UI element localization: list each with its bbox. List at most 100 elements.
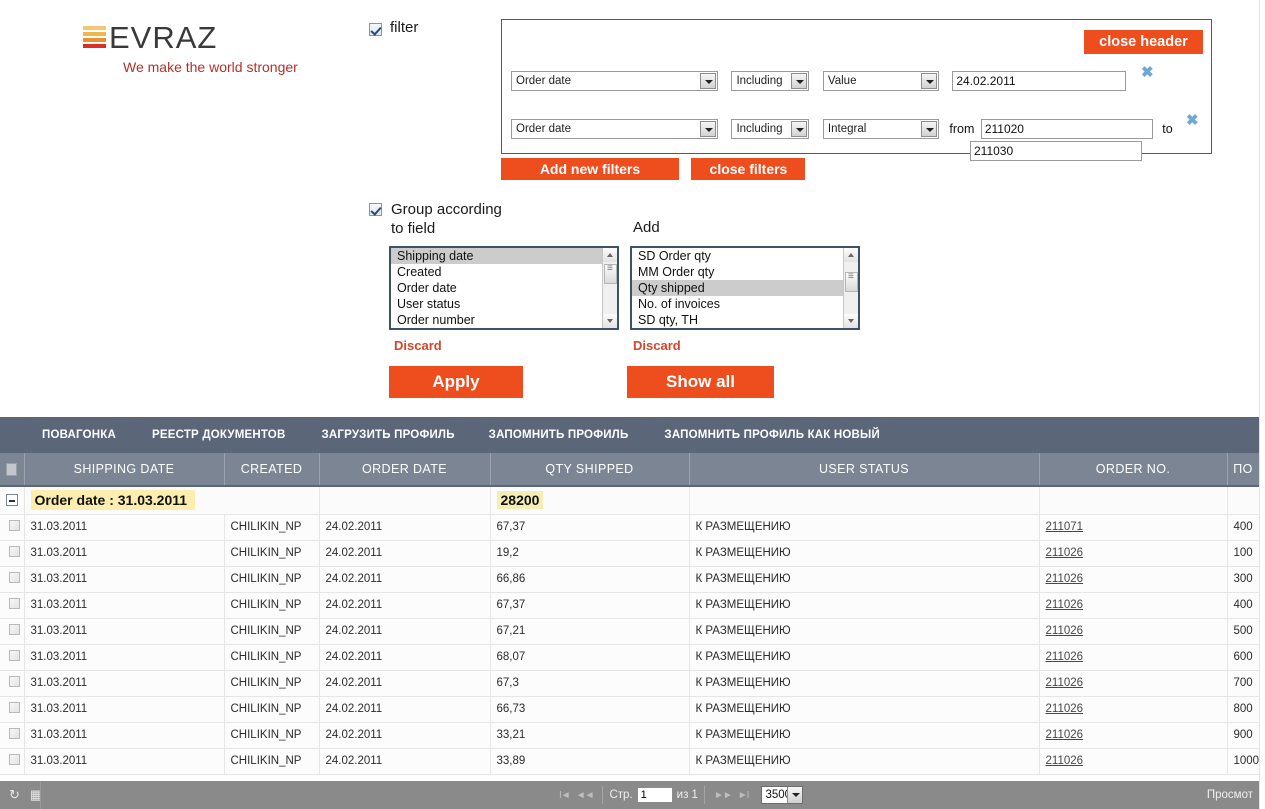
first-page-icon[interactable]: I◄ bbox=[559, 790, 571, 801]
collapse-group-icon[interactable] bbox=[6, 494, 18, 507]
remove-filter-2-icon[interactable]: ✖ bbox=[1186, 111, 1199, 129]
filter-inclusion-select-2[interactable]: Including bbox=[731, 119, 810, 139]
group-field-item[interactable]: User status bbox=[391, 296, 617, 312]
group-field-listbox[interactable]: Shipping date Created Order date User statu… bbox=[389, 246, 619, 330]
page-size-select[interactable]: 3500 bbox=[761, 786, 804, 804]
scroll-thumb[interactable] bbox=[604, 263, 617, 284]
column-header-po[interactable]: ПО bbox=[1227, 453, 1260, 487]
nav-item-povagonka[interactable]: ПОВАГОНКА bbox=[42, 429, 116, 441]
filter-type-select-2[interactable]: Integral bbox=[822, 119, 939, 139]
row-checkbox-cell[interactable] bbox=[0, 644, 25, 671]
page-number-input[interactable] bbox=[636, 787, 673, 803]
close-filters-button[interactable]: close filters bbox=[691, 158, 806, 180]
cell-order-no[interactable]: 211026 bbox=[1039, 540, 1228, 567]
nav-item-save-profile[interactable]: ЗАПОМНИТЬ ПРОФИЛЬ bbox=[489, 429, 629, 441]
row-checkbox[interactable] bbox=[8, 754, 20, 765]
cell-order-no[interactable]: 211026 bbox=[1039, 618, 1228, 645]
nav-item-load-profile[interactable]: ЗАГРУЗИТЬ ПРОФИЛЬ bbox=[321, 429, 454, 441]
order-number-link[interactable]: 211071 bbox=[1046, 521, 1084, 533]
row-checkbox-cell[interactable] bbox=[0, 696, 25, 723]
group-field-listbox-scrollbar[interactable] bbox=[602, 248, 617, 328]
filter-from-input[interactable] bbox=[980, 119, 1153, 139]
filter-to-input[interactable] bbox=[970, 141, 1142, 161]
table-row[interactable]: 31.03.2011 CHILIKIN_NP 24.02.2011 19,2 К РАЗ… bbox=[0, 540, 1260, 567]
filter-value-input-1[interactable] bbox=[952, 71, 1127, 91]
row-checkbox[interactable] bbox=[8, 702, 20, 713]
order-number-link[interactable]: 211026 bbox=[1046, 755, 1084, 767]
add-field-item[interactable]: SD Order qty bbox=[632, 248, 858, 264]
column-header-user-status[interactable]: USER STATUS bbox=[689, 453, 1040, 487]
row-checkbox[interactable] bbox=[8, 598, 20, 609]
select-all-header[interactable] bbox=[0, 453, 25, 487]
row-checkbox-cell[interactable] bbox=[0, 566, 25, 593]
group-collapse-cell[interactable] bbox=[0, 486, 25, 515]
group-field-item[interactable]: Shipping date bbox=[391, 248, 617, 264]
table-row[interactable]: 31.03.2011 CHILIKIN_NP 24.02.2011 67,37 К РА… bbox=[0, 592, 1260, 619]
cell-order-no[interactable]: 211026 bbox=[1039, 696, 1228, 723]
last-page-icon[interactable]: ►I bbox=[738, 790, 750, 801]
column-header-order-no[interactable]: ORDER NO. bbox=[1039, 453, 1228, 487]
add-field-listbox-scrollbar[interactable] bbox=[843, 248, 858, 328]
add-field-listbox[interactable]: SD Order qty MM Order qty Qty shipped No. o… bbox=[630, 246, 860, 330]
cell-order-no[interactable]: 211026 bbox=[1039, 748, 1228, 775]
filter-inclusion-select-1[interactable]: Including bbox=[731, 71, 810, 91]
order-number-link[interactable]: 211026 bbox=[1046, 651, 1084, 663]
remove-filter-1-icon[interactable]: ✖ bbox=[1141, 63, 1154, 81]
group-field-item[interactable]: Order number bbox=[391, 312, 617, 328]
filter-checkbox[interactable] bbox=[369, 23, 382, 36]
scroll-up-icon[interactable] bbox=[603, 248, 617, 262]
next-page-icon[interactable]: ►► bbox=[714, 790, 733, 801]
table-row[interactable]: 31.03.2011 CHILIKIN_NP 24.02.2011 67,21 К РА… bbox=[0, 618, 1260, 645]
row-checkbox[interactable] bbox=[8, 650, 20, 661]
table-row[interactable]: 31.03.2011 CHILIKIN_NP 24.02.2011 66,73 К РА… bbox=[0, 696, 1260, 723]
row-checkbox[interactable] bbox=[8, 624, 20, 635]
row-checkbox[interactable] bbox=[8, 728, 20, 739]
row-checkbox[interactable] bbox=[8, 676, 20, 687]
discard-add-field-link[interactable]: Discard bbox=[633, 338, 681, 353]
row-checkbox-cell[interactable] bbox=[0, 540, 25, 567]
row-checkbox[interactable] bbox=[8, 520, 20, 531]
order-number-link[interactable]: 211026 bbox=[1046, 729, 1084, 741]
cell-order-no[interactable]: 211071 bbox=[1039, 514, 1228, 541]
table-row[interactable]: 31.03.2011 CHILIKIN_NP 24.02.2011 33,89 К РА… bbox=[0, 748, 1260, 775]
table-row[interactable]: 31.03.2011 CHILIKIN_NP 24.02.2011 67,37 К РА… bbox=[0, 514, 1260, 541]
group-checkbox[interactable] bbox=[369, 203, 382, 216]
row-checkbox-cell[interactable] bbox=[0, 722, 25, 749]
cell-order-no[interactable]: 211026 bbox=[1039, 670, 1228, 697]
row-checkbox-cell[interactable] bbox=[0, 618, 25, 645]
order-number-link[interactable]: 211026 bbox=[1046, 573, 1084, 585]
row-checkbox-cell[interactable] bbox=[0, 670, 25, 697]
column-header-shipping-date[interactable]: SHIPPING DATE bbox=[24, 453, 225, 487]
filter-field-select-2[interactable]: Order date bbox=[511, 119, 718, 139]
order-number-link[interactable]: 211026 bbox=[1046, 599, 1084, 611]
cell-order-no[interactable]: 211026 bbox=[1039, 644, 1228, 671]
order-number-link[interactable]: 211026 bbox=[1046, 625, 1084, 637]
row-checkbox-cell[interactable] bbox=[0, 592, 25, 619]
add-field-item[interactable]: Qty shipped bbox=[632, 280, 858, 296]
order-number-link[interactable]: 211026 bbox=[1046, 677, 1084, 689]
row-checkbox-cell[interactable] bbox=[0, 514, 25, 541]
select-all-icon[interactable] bbox=[6, 462, 18, 476]
row-checkbox-cell[interactable] bbox=[0, 748, 25, 775]
filter-type-select-1[interactable]: Value bbox=[822, 71, 939, 91]
add-field-item[interactable]: No. of invoices bbox=[632, 296, 858, 312]
order-number-link[interactable]: 211026 bbox=[1046, 703, 1084, 715]
cell-order-no[interactable]: 211026 bbox=[1039, 592, 1228, 619]
nav-item-document-registry[interactable]: РЕЕСТР ДОКУМЕНТОВ bbox=[152, 429, 285, 441]
column-header-created[interactable]: CREATED bbox=[224, 453, 320, 487]
scroll-down-icon[interactable] bbox=[603, 314, 617, 328]
table-row[interactable]: 31.03.2011 CHILIKIN_NP 24.02.2011 33,21 К РА… bbox=[0, 722, 1260, 749]
scroll-up-icon[interactable] bbox=[844, 248, 858, 262]
group-field-item[interactable]: Order date bbox=[391, 280, 617, 296]
refresh-icon[interactable]: ↻ bbox=[9, 787, 20, 803]
group-field-item[interactable]: Created bbox=[391, 264, 617, 280]
cell-order-no[interactable]: 211026 bbox=[1039, 722, 1228, 749]
add-field-item[interactable]: MM Order qty bbox=[632, 264, 858, 280]
scroll-thumb[interactable] bbox=[845, 271, 858, 292]
prev-page-icon[interactable]: ◄◄ bbox=[576, 790, 595, 801]
column-header-order-date[interactable]: ORDER DATE bbox=[319, 453, 491, 487]
scroll-down-icon[interactable] bbox=[844, 314, 858, 328]
show-all-button[interactable]: Show all bbox=[627, 366, 774, 398]
column-header-qty-shipped[interactable]: QTY SHIPPED bbox=[490, 453, 690, 487]
table-row[interactable]: 31.03.2011 CHILIKIN_NP 24.02.2011 66,86 К РА… bbox=[0, 566, 1260, 593]
